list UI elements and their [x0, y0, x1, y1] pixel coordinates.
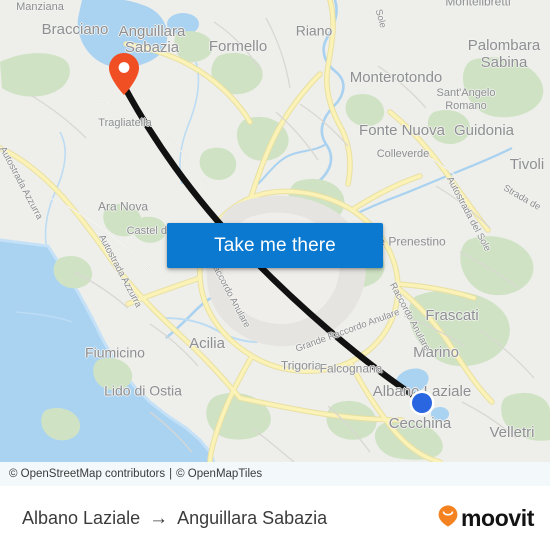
route-arrow-icon: → — [149, 507, 169, 529]
attribution-separator: | — [169, 468, 173, 480]
moovit-pin-icon — [437, 504, 459, 533]
map-attribution-bar: © OpenStreetMap contributors | © OpenMap… — [0, 462, 550, 486]
route-summary: Albano Laziale → Anguillara Sabazia — [22, 508, 437, 529]
moovit-logo[interactable]: moovit — [437, 504, 534, 533]
map-canvas[interactable]: Manziana Bracciano Anguillara Sabazia Formel… — [0, 0, 550, 462]
take-me-there-button[interactable]: Take me there — [167, 223, 383, 268]
route-destination-label: Anguillara Sabazia — [177, 507, 328, 528]
route-origin-label: Albano Laziale — [22, 507, 141, 528]
route-footer: Albano Laziale → Anguillara Sabazia moov… — [0, 486, 550, 550]
destination-marker-dot — [408, 389, 436, 417]
moovit-wordmark: moovit — [461, 504, 534, 531]
attribution-tiles-link[interactable]: © OpenMapTiles — [176, 468, 262, 480]
attribution-osm-link[interactable]: © OpenStreetMap contributors — [9, 468, 165, 480]
moovit-route-card: Manziana Bracciano Anguillara Sabazia Formel… — [0, 0, 550, 550]
